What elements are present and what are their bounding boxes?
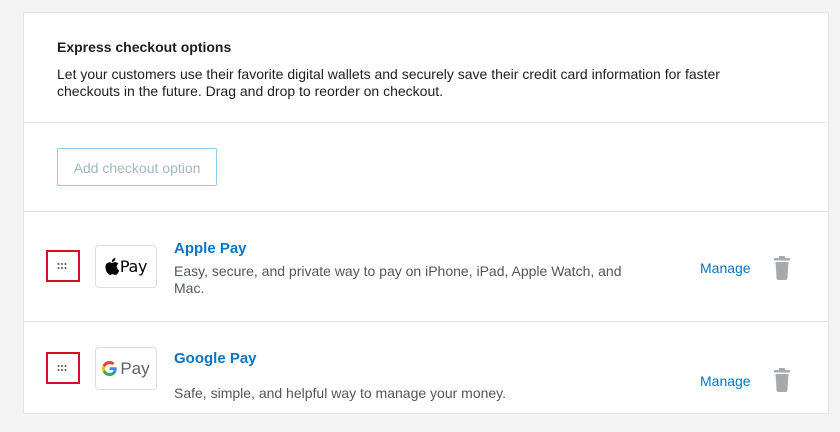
trash-icon[interactable]: [771, 368, 793, 392]
google-pay-manage-link[interactable]: Manage: [700, 373, 751, 389]
apple-pay-manage-link[interactable]: Manage: [700, 260, 751, 276]
drag-handle-icon[interactable]: [46, 250, 80, 282]
google-pay-logo-text: Pay: [120, 358, 150, 378]
google-pay-name-link[interactable]: Google Pay: [174, 350, 257, 367]
apple-pay-logo: Pay: [95, 245, 157, 288]
google-pay-description: Safe, simple, and helpful way to manage …: [174, 385, 507, 401]
drag-handle-icon[interactable]: [46, 352, 80, 384]
payment-method-row-google-pay: Pay Google Pay Safe, simple, and helpful…: [24, 322, 828, 414]
drag-dots: [57, 263, 67, 269]
section-header: Express checkout options Let your custom…: [24, 13, 828, 123]
drag-dots: [57, 365, 67, 371]
add-option-row: Add checkout option: [24, 123, 828, 212]
apple-logo-icon: [105, 258, 119, 275]
section-description: Let your customers use their favorite di…: [57, 66, 720, 99]
google-pay-logo: Pay: [95, 347, 157, 390]
google-g-icon: [102, 361, 118, 376]
payment-method-row-apple-pay: Pay Apple Pay Easy, secure, and private …: [24, 212, 828, 322]
apple-pay-name-link[interactable]: Apple Pay: [174, 240, 247, 257]
apple-pay-logo-text: Pay: [119, 257, 148, 276]
add-checkout-option-button[interactable]: Add checkout option: [57, 148, 217, 186]
trash-icon[interactable]: [771, 256, 793, 280]
apple-pay-description: Easy, secure, and private way to pay on …: [174, 263, 622, 296]
express-checkout-card: Express checkout options Let your custom…: [23, 12, 829, 414]
section-title: Express checkout options: [57, 39, 232, 55]
